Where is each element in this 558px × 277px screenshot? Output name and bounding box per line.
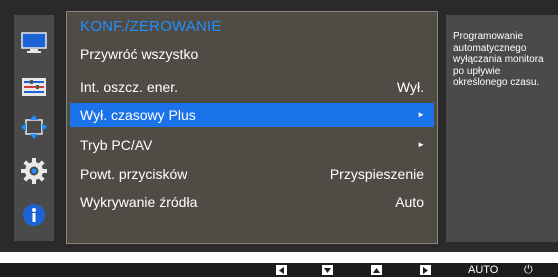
menu-title: KONF./ZEROWANIE <box>80 18 222 35</box>
menu-item-label: Wykrywanie źródła <box>80 194 198 210</box>
up-key-icon[interactable] <box>371 265 382 275</box>
menu-item-label: Powt. przycisków <box>80 166 188 182</box>
menu-item-label: Przywróć wszystko <box>80 46 199 62</box>
help-panel: Programowanie automatycznego wyłączania … <box>446 15 558 242</box>
menu-item-label: Int. oszcz. ener. <box>80 79 179 95</box>
menu-item-key-repeat[interactable]: Powt. przycisków Przyspieszenie <box>70 162 434 186</box>
menu-panel: KONF./ZEROWANIE Przywróć wszystko Int. o… <box>66 11 438 244</box>
power-icon[interactable]: ⏻ <box>524 263 533 277</box>
menu-item-label: Wył. czasowy Plus <box>80 107 196 123</box>
menu-item-off-timer-plus[interactable]: Wył. czasowy Plus ► <box>70 103 434 127</box>
auto-key-label[interactable]: AUTO <box>468 263 498 277</box>
monitor-icon[interactable] <box>14 23 54 63</box>
info-icon[interactable] <box>14 195 54 235</box>
menu-item-reset-all[interactable]: Przywróć wszystko <box>70 42 434 66</box>
submenu-arrow-icon: ► <box>417 110 425 119</box>
menu-item-value: Przyspieszenie <box>329 166 424 182</box>
menu-item-pc-av-mode[interactable]: Tryb PC/AV ► <box>70 133 434 157</box>
help-text: Programowanie automatycznego wyłączania … <box>453 31 544 88</box>
down-key-icon[interactable] <box>322 265 333 275</box>
sidebar <box>14 15 54 241</box>
menu-item-label: Tryb PC/AV <box>80 137 153 153</box>
menu-item-value: Wył. <box>396 79 424 95</box>
menu-item-value: Auto <box>395 194 424 210</box>
gear-icon[interactable] <box>14 151 54 191</box>
osd-screen: KONF./ZEROWANIE Przywróć wszystko Int. o… <box>0 0 558 252</box>
right-key-icon[interactable] <box>420 265 431 275</box>
picture-settings-icon[interactable] <box>14 67 54 107</box>
submenu-arrow-icon: ► <box>417 140 425 149</box>
left-key-icon[interactable] <box>276 265 287 275</box>
resize-icon[interactable] <box>14 107 54 147</box>
menu-item-eco-saving[interactable]: Int. oszcz. ener. Wył. <box>70 75 434 99</box>
menu-item-source-detection[interactable]: Wykrywanie źródła Auto <box>70 190 434 214</box>
bottom-key-bar: AUTO ⏻ <box>0 263 558 277</box>
